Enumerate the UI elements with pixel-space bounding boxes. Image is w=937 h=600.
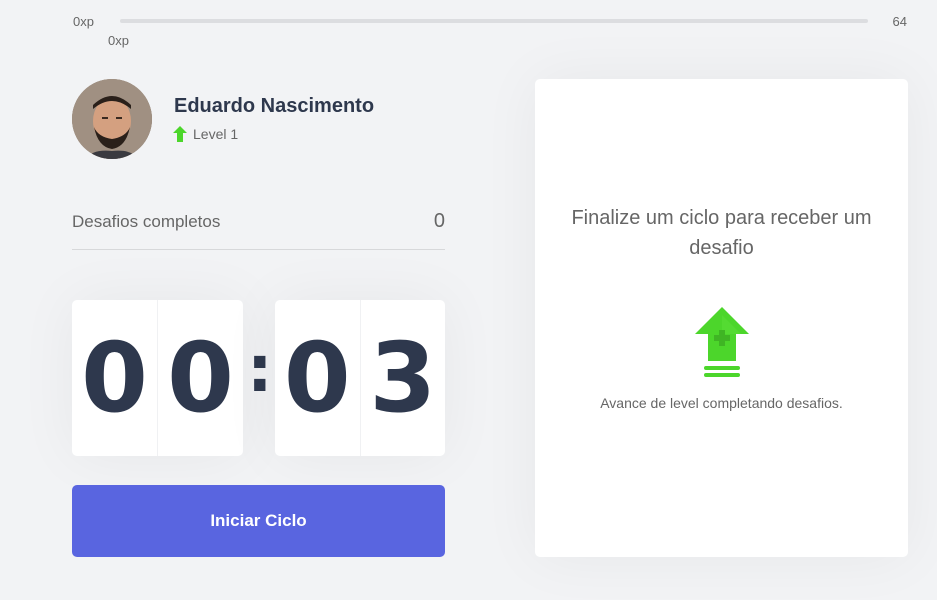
countdown-minutes: 0 0 xyxy=(72,300,243,456)
profile-name: Eduardo Nascimento xyxy=(174,95,375,117)
profile-level-label: Level 1 xyxy=(193,126,239,142)
xp-min-label: 0xp xyxy=(73,14,94,29)
xp-current-label: 0xp xyxy=(108,33,129,48)
challenge-hint: Avance de level completando desafios. xyxy=(600,395,843,411)
level-up-icon xyxy=(695,307,749,377)
countdown-second-ones: 3 xyxy=(359,300,446,456)
completed-challenges-count: 0 xyxy=(433,210,445,232)
challenge-title: Finalize um ciclo para receber um desafi… xyxy=(571,207,872,259)
completed-challenges: Desafios completos 0 xyxy=(72,206,445,250)
start-cycle-button[interactable]: Iniciar Ciclo xyxy=(72,485,445,557)
challenge-box: Finalize um ciclo para receber um desafi… xyxy=(535,79,908,557)
avatar-image xyxy=(72,79,152,159)
countdown-seconds: 0 3 xyxy=(275,300,445,456)
countdown-minute-tens: 0 xyxy=(81,322,148,434)
completed-challenges-label: Desafios completos xyxy=(72,212,221,231)
level-up-arrow-icon xyxy=(173,126,187,142)
countdown-second-tens: 0 xyxy=(283,322,351,434)
xp-track xyxy=(120,19,868,23)
xp-max-label: 64 xyxy=(892,14,907,29)
avatar xyxy=(72,79,152,159)
profile-level: Level 1 xyxy=(173,126,238,142)
countdown-minute-ones: 0 xyxy=(157,300,243,456)
countdown-separator: : xyxy=(247,333,273,407)
